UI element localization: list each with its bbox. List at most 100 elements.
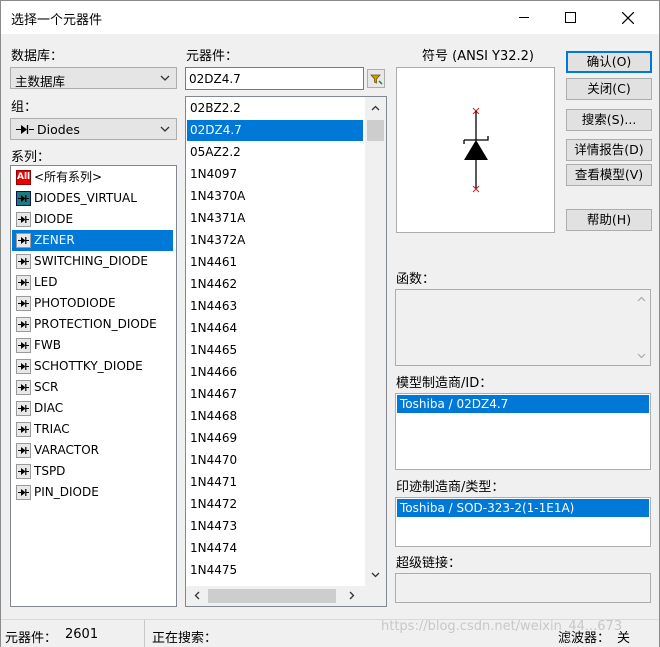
filter-icon (370, 74, 383, 85)
chevron-right-icon (349, 591, 354, 600)
component-label: 元器件： (186, 49, 239, 64)
detail-report-button[interactable]: 详情报告(D) (566, 139, 652, 161)
component-vertical-scrollbar[interactable] (365, 97, 386, 586)
maximize-button[interactable] (547, 1, 593, 34)
family-item[interactable]: SCHOTTKY_DIODE (12, 356, 173, 377)
component-item[interactable]: 1N4469 (187, 428, 363, 449)
component-item[interactable]: 1N4461 (187, 252, 363, 273)
chevron-up-icon (371, 105, 380, 110)
photodiode-icon (16, 296, 31, 311)
group-label: 组： (11, 100, 38, 115)
component-item[interactable]: 05AZ2.2 (187, 142, 363, 163)
function-textarea[interactable] (395, 289, 651, 366)
model-maker-item[interactable]: Toshiba / 02DZ4.7 (397, 395, 649, 413)
switching-diode-icon (16, 254, 31, 269)
family-item[interactable]: SWITCHING_DIODE (12, 251, 173, 272)
window-title: 选择一个元器件 (11, 13, 103, 28)
scroll-up-button[interactable] (367, 99, 384, 116)
vertical-scroll-thumb[interactable] (367, 120, 384, 141)
component-item[interactable]: 1N4472 (187, 494, 363, 515)
filter-button[interactable] (367, 69, 385, 88)
component-item[interactable]: 1N4475 (187, 560, 363, 581)
component-item[interactable]: 02BZ2.2 (187, 98, 363, 119)
family-item[interactable]: DIODES_VIRTUAL (12, 188, 173, 209)
family-item-label: ZENER (34, 233, 75, 247)
family-item[interactable]: LED (12, 272, 173, 293)
protection-diode-icon (16, 317, 31, 332)
family-item[interactable]: PHOTODIODE (12, 293, 173, 314)
maximize-icon (564, 12, 576, 23)
hyperlink-field[interactable] (395, 573, 651, 603)
diode-icon (16, 212, 31, 227)
minimize-button[interactable] (501, 1, 547, 34)
family-item-label: PHOTODIODE (34, 296, 116, 310)
footprint-list[interactable]: Toshiba / SOD-323-2(1-1E1A) (395, 497, 651, 547)
component-item[interactable]: 1N4463 (187, 296, 363, 317)
family-item-label: FWB (34, 338, 61, 352)
database-value: 主数据库 (15, 74, 66, 89)
component-item[interactable]: 1N4466 (187, 362, 363, 383)
view-model-button[interactable]: 查看模型(V) (566, 164, 652, 186)
component-item[interactable]: 1N4372A (187, 230, 363, 251)
component-list[interactable]: 02BZ2.2 02DZ4.7 05AZ2.2 1N4097 1N4370A 1N4371… (185, 96, 387, 607)
family-item[interactable]: SCR (12, 377, 173, 398)
triac-icon (16, 422, 31, 437)
zener-diode-symbol-icon (463, 107, 489, 193)
component-item[interactable]: 1N4097 (187, 164, 363, 185)
close-dialog-button[interactable]: 关闭(C) (566, 78, 652, 100)
family-item[interactable]: ZENER (12, 230, 173, 251)
family-item[interactable]: DIAC (12, 398, 173, 419)
search-button[interactable]: 搜索(S)... (566, 109, 652, 131)
component-item[interactable]: 1N4467 (187, 384, 363, 405)
family-item-label: <所有系列> (34, 170, 103, 184)
family-list[interactable]: All <所有系列> DIODES_VIRTUAL DIODE ZENER SWITCHI… (10, 165, 177, 607)
family-item-label: DIAC (34, 401, 64, 415)
family-item-label: PIN_DIODE (34, 485, 99, 499)
component-item[interactable]: 1N4371A (187, 208, 363, 229)
scroll-left-button[interactable] (188, 587, 205, 604)
family-item[interactable]: TSPD (12, 461, 173, 482)
footprint-item[interactable]: Toshiba / SOD-323-2(1-1E1A) (397, 499, 649, 517)
hyperlink-label: 超级链接： (396, 556, 462, 571)
help-button[interactable]: 帮助(H) (566, 209, 652, 231)
ok-button[interactable]: 确认(O) (566, 51, 652, 73)
component-item[interactable]: 1N4470 (187, 450, 363, 471)
group-value: Diodes (37, 122, 80, 137)
component-item[interactable]: 1N4474 (187, 538, 363, 559)
scroll-down-button[interactable] (367, 566, 384, 583)
family-item[interactable]: PIN_DIODE (12, 482, 173, 503)
select-component-dialog: 选择一个元器件 数据库： 主数据库 组： Diodes 系列： All <所有系列… (0, 0, 660, 647)
family-item[interactable]: FWB (12, 335, 173, 356)
close-button[interactable] (605, 1, 651, 34)
family-item[interactable]: TRIAC (12, 419, 173, 440)
group-select[interactable]: Diodes (10, 118, 177, 140)
family-item-label: DIODES_VIRTUAL (34, 191, 137, 205)
component-count-value: 2601 (65, 627, 99, 642)
family-item-label: DIODE (34, 212, 74, 226)
family-item[interactable]: DIODE (12, 209, 173, 230)
family-item-label: SCHOTTKY_DIODE (34, 359, 143, 373)
model-maker-list[interactable]: Toshiba / 02DZ4.7 (395, 393, 651, 470)
database-select[interactable]: 主数据库 (10, 67, 177, 89)
component-item[interactable]: 1N4465 (187, 340, 363, 361)
minimize-icon (519, 17, 529, 18)
component-item[interactable]: 02DZ4.7 (187, 120, 363, 141)
component-horizontal-scrollbar[interactable] (186, 586, 386, 606)
symbol-preview (396, 67, 555, 233)
family-item-label: PROTECTION_DIODE (34, 317, 157, 331)
component-item[interactable]: 1N4462 (187, 274, 363, 295)
scroll-right-button[interactable] (343, 587, 360, 604)
component-item[interactable]: 1N4468 (187, 406, 363, 427)
horizontal-scroll-thumb[interactable] (208, 589, 336, 603)
component-item[interactable]: 1N4370A (187, 186, 363, 207)
component-item[interactable]: 1N4473 (187, 516, 363, 537)
family-item[interactable]: All <所有系列> (12, 167, 173, 188)
symbol-label: 符号 (ANSI Y32.2) (422, 49, 534, 64)
component-item[interactable]: 1N4471 (187, 472, 363, 493)
component-search-input[interactable] (185, 67, 364, 90)
family-item[interactable]: PROTECTION_DIODE (12, 314, 173, 335)
family-item-label: SWITCHING_DIODE (34, 254, 148, 268)
component-item[interactable]: 1N4464 (187, 318, 363, 339)
zener-icon (16, 233, 31, 248)
family-item[interactable]: VARACTOR (12, 440, 173, 461)
